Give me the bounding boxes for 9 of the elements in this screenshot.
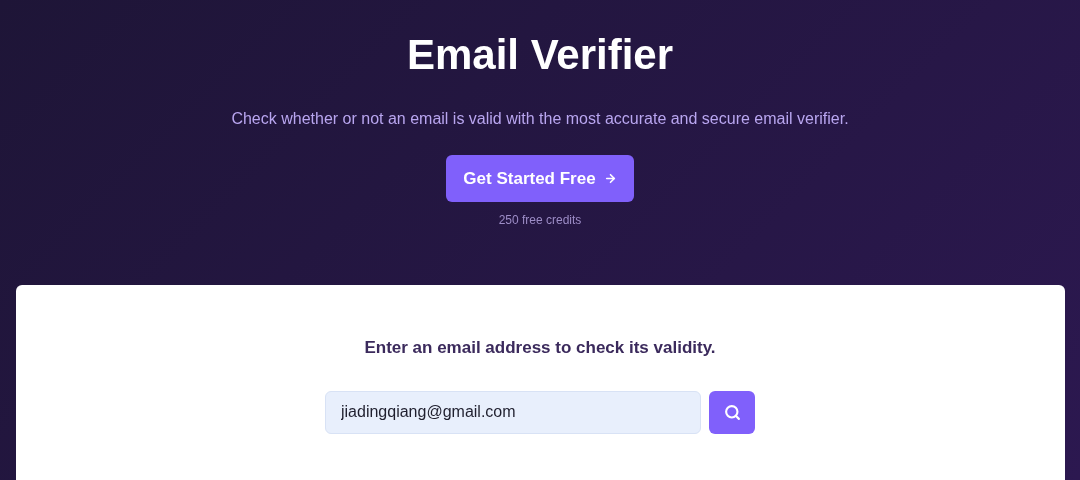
- page-title: Email Verifier: [406, 30, 674, 80]
- search-button[interactable]: [709, 390, 755, 434]
- search-icon: [723, 403, 741, 421]
- arrow-right-icon: [603, 172, 617, 185]
- checker-prompt: Enter an email address to check its validity.: [364, 337, 716, 359]
- get-started-button[interactable]: Get Started Free: [446, 155, 634, 202]
- subtitle: Check whether or not an email is valid with the most accurate and secure email verifier.: [231, 109, 849, 129]
- credits-note: 250 free credits: [498, 212, 582, 229]
- email-field[interactable]: jiadingqiang@gmail.com: [325, 390, 701, 434]
